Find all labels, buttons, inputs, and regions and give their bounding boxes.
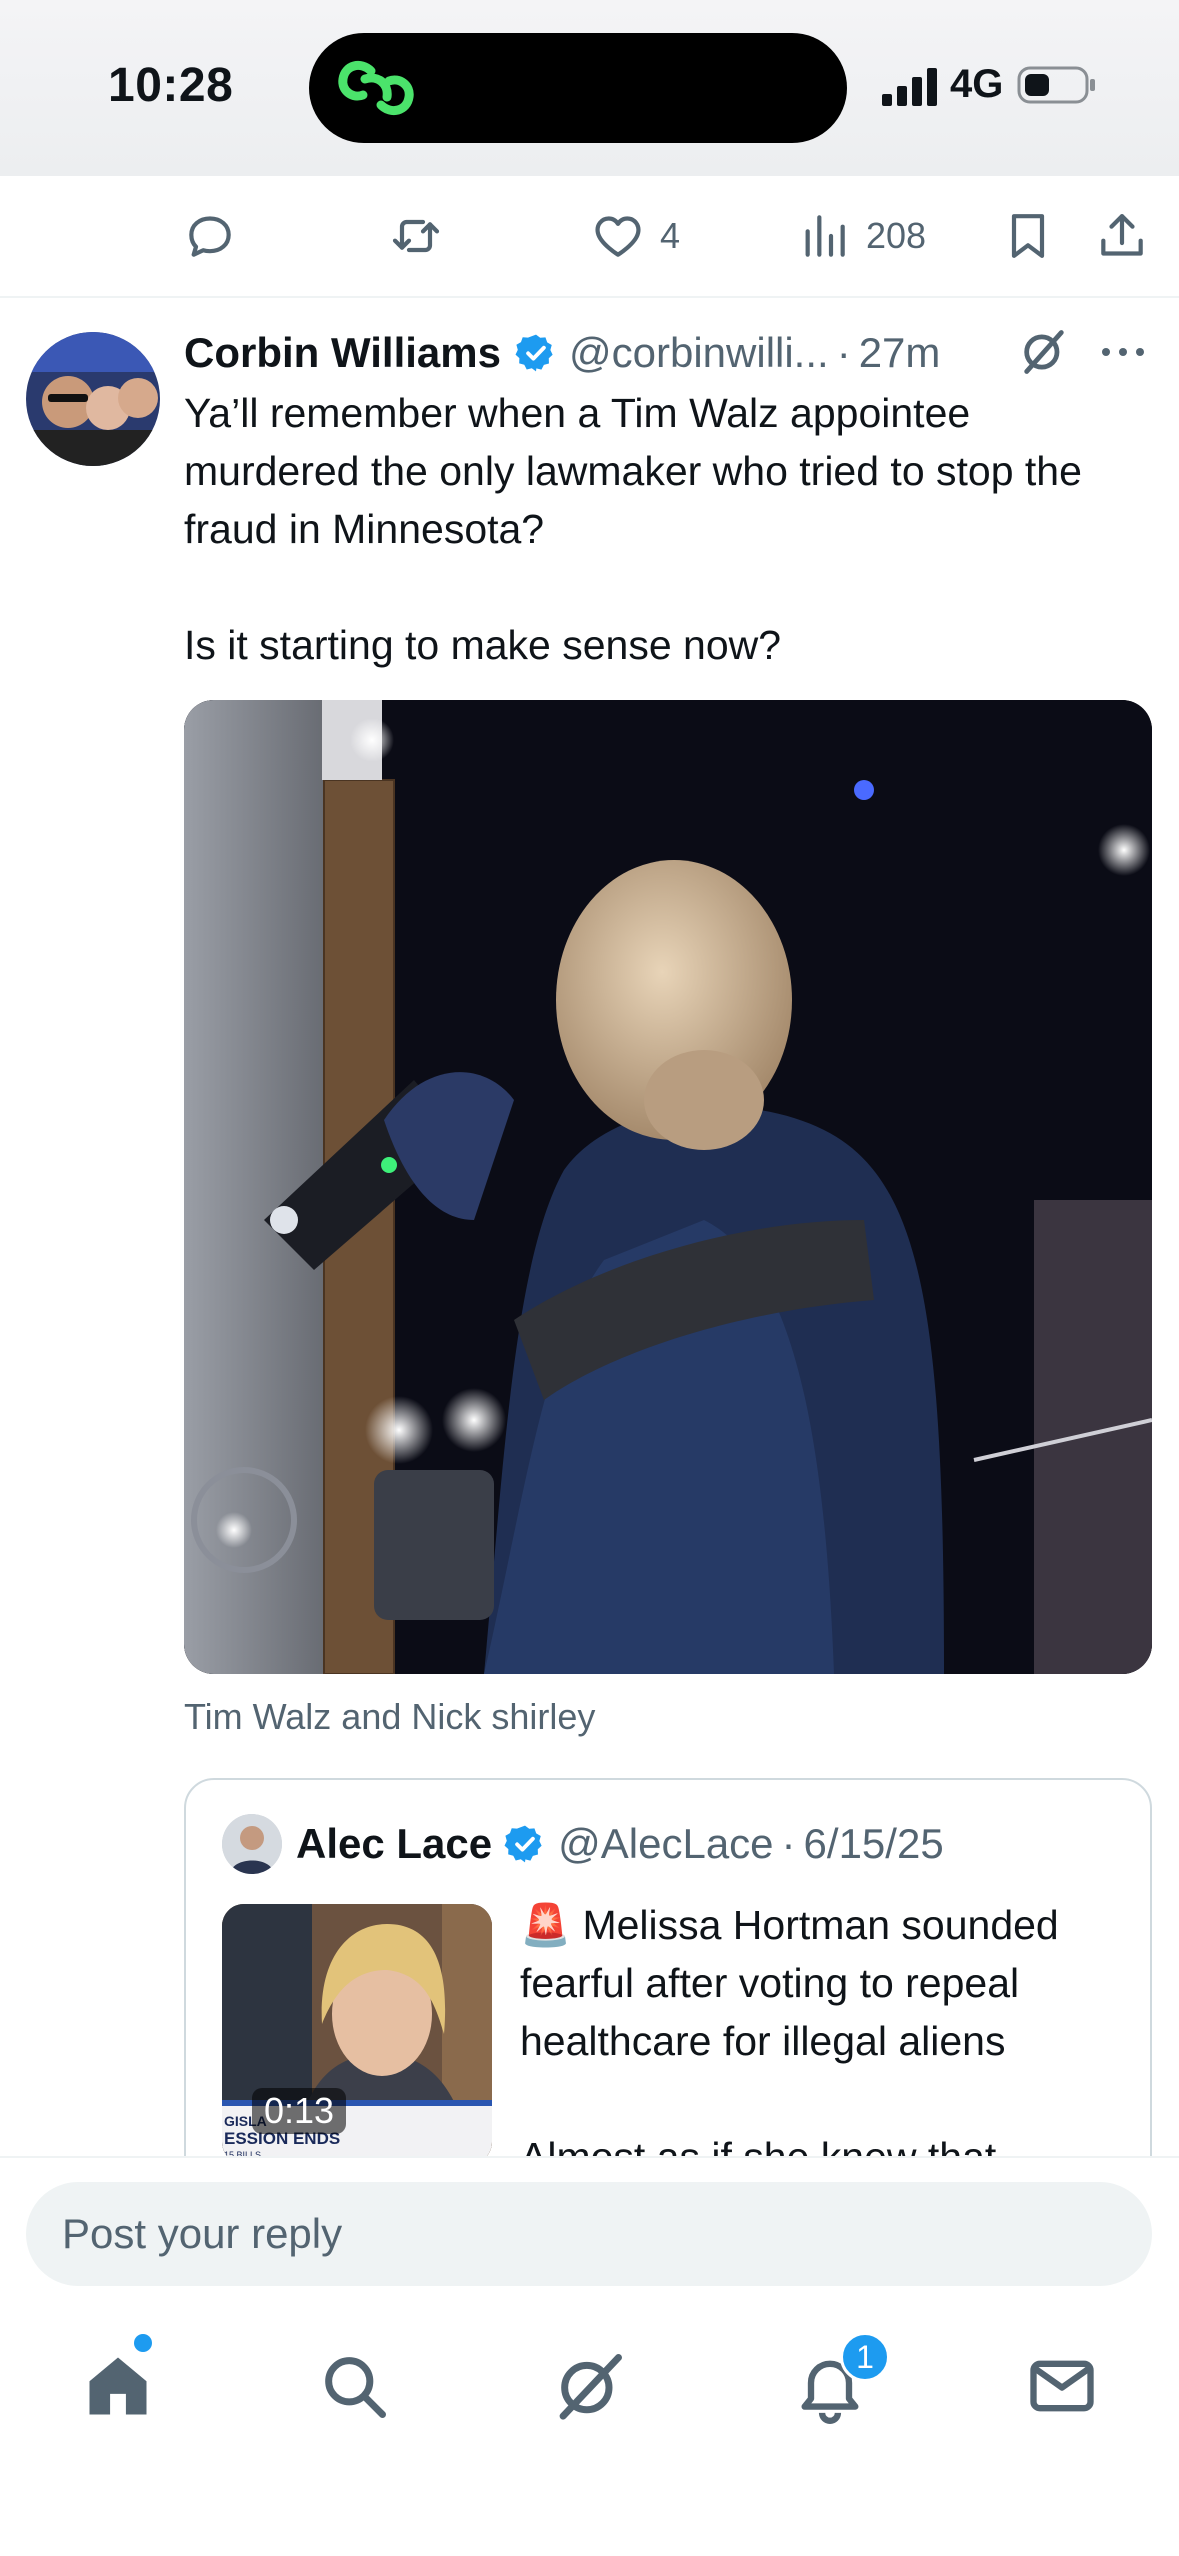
home-unread-dot [134, 2334, 152, 2352]
meta-separator: · [781, 1820, 796, 1867]
verified-badge-icon [504, 1825, 542, 1863]
author-name[interactable]: Corbin Williams [184, 329, 501, 377]
verified-badge-icon [515, 334, 553, 372]
grok-icon [559, 2354, 622, 2420]
quoted-author-name[interactable]: Alec Lace [296, 1820, 492, 1868]
quoted-author-handle[interactable]: @AlecLace [558, 1820, 773, 1868]
quoted-tweet-header: Alec Lace @AlecLace · 6/15/25 [296, 1814, 944, 1874]
status-bar: 10:28 4G [0, 0, 1179, 176]
quoted-video-thumbnail[interactable]: GISLA ESSION ENDS 15 BILLS 0:13 [222, 1904, 492, 2164]
previous-tweet-action-bar: 4 208 [0, 178, 1179, 298]
video-duration-badge: 0:13 [252, 2088, 347, 2134]
grok-icon[interactable] [1018, 326, 1070, 378]
tweet-media-image[interactable] [184, 700, 1152, 1674]
repost-button[interactable] [388, 206, 444, 266]
share-button[interactable] [1094, 206, 1150, 266]
share-icon [1101, 214, 1143, 256]
nav-messages[interactable] [1024, 2348, 1100, 2424]
repost-icon [392, 219, 440, 253]
home-icon [89, 2357, 147, 2415]
network-type: 4G [950, 62, 1004, 106]
search-icon [325, 2357, 386, 2418]
nav-home[interactable] [80, 2348, 156, 2424]
nav-grok[interactable] [552, 2348, 628, 2424]
tweet-text-paragraph: Ya’ll remember when a Tim Walz appointee… [184, 390, 1082, 552]
tweet-text-paragraph: Is it starting to make sense now? [184, 622, 782, 668]
quoted-tweet-date: 6/15/25 [803, 1820, 944, 1867]
status-time: 10:28 [108, 59, 234, 112]
messages-envelope-icon [1030, 2360, 1094, 2412]
bookmark-icon [1011, 214, 1045, 258]
quoted-text-paragraph: 🚨 Melissa Hortman sounded fearful after … [520, 1902, 1059, 2064]
tweet-header: Corbin Williams @corbinwilli... · 27m [184, 322, 940, 384]
heart-icon [595, 216, 641, 257]
meta-separator: · [836, 329, 851, 376]
reply-icon [189, 216, 231, 257]
like-button[interactable]: 4 [590, 206, 680, 266]
like-count: 4 [660, 215, 681, 256]
media-photo [184, 700, 1152, 1674]
nav-search[interactable] [316, 2348, 392, 2424]
author-handle[interactable]: @corbinwilli... [569, 329, 829, 377]
media-caption: Tim Walz and Nick shirley [184, 1696, 596, 1737]
cellular-signal-icon [882, 68, 937, 106]
battery-icon [1017, 66, 1095, 104]
reply-input[interactable]: Post your reply [26, 2182, 1152, 2286]
reply-button[interactable] [182, 206, 238, 266]
bookmark-button[interactable] [1000, 206, 1056, 266]
link-chain-icon [338, 60, 414, 116]
notifications-badge: 1 [840, 2332, 890, 2382]
author-avatar[interactable] [26, 332, 160, 466]
avatar-image [26, 332, 160, 466]
views-button[interactable]: 208 [796, 206, 926, 266]
tweet-text: Ya’ll remember when a Tim Walz appointee… [184, 384, 1144, 674]
tweet-time[interactable]: 27m [859, 329, 941, 377]
dynamic-island [309, 33, 847, 143]
views-bar-chart-icon [805, 215, 845, 257]
quoted-tweet-text: 🚨 Melissa Hortman sounded fearful after … [520, 1896, 1130, 2186]
more-options-icon[interactable] [1098, 336, 1148, 368]
quoted-tweet-card[interactable]: Alec Lace @AlecLace · 6/15/25 GISLA ESSI… [184, 1778, 1152, 2198]
quoted-avatar-image [222, 1814, 282, 1874]
quoted-author-avatar[interactable] [222, 1814, 282, 1874]
reply-placeholder: Post your reply [62, 2210, 343, 2257]
views-count: 208 [866, 215, 927, 256]
